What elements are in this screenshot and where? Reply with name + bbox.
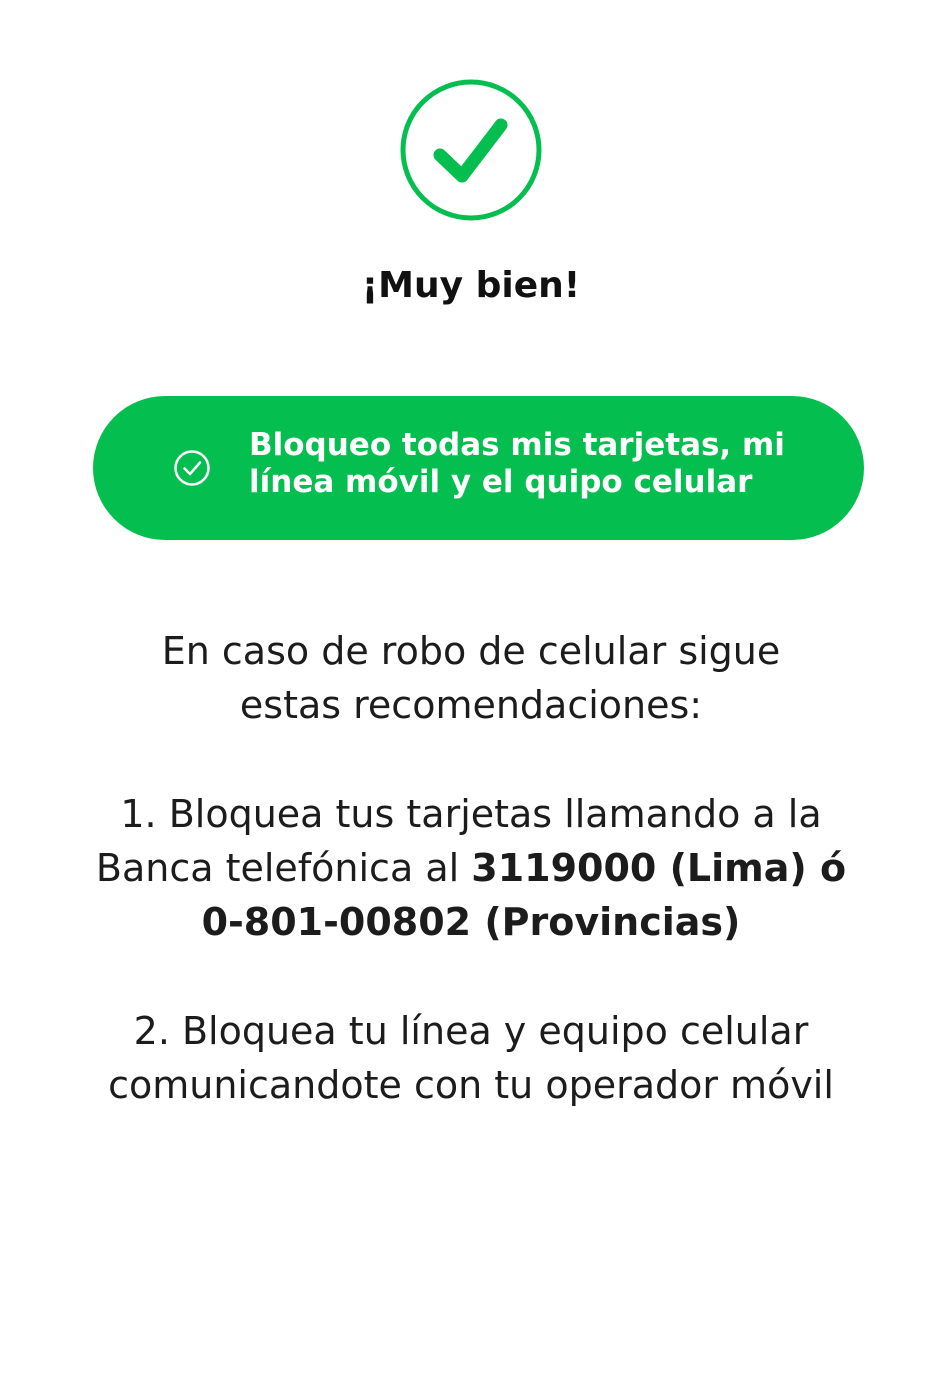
step1-line-2: Banca telefónica al 3119000 (Lima) ó — [60, 841, 882, 895]
recommendation-step-1: 1. Bloquea tus tarjetas llamando a la Ba… — [60, 787, 882, 949]
page-title: ¡Muy bien! — [361, 265, 581, 306]
provinces-phone-number: 0-801-00802 (Provincias) — [201, 900, 741, 944]
step1-line-2-text: Banca telefónica al — [95, 846, 472, 890]
check-circle-icon — [400, 79, 542, 221]
block-all-button-label-line1: Bloqueo todas mis tarjetas, mi — [249, 427, 785, 463]
step2-line-2: comunicandote con tu operador móvil — [108, 1063, 834, 1107]
block-all-button-label: Bloqueo todas mis tarjetas, mi línea móv… — [249, 427, 829, 501]
intro-line-2: estas recomendaciones: — [239, 683, 703, 727]
block-all-button[interactable]: Bloqueo todas mis tarjetas, mi línea móv… — [93, 396, 864, 540]
recommendations-intro: En caso de robo de celular sigue estas r… — [60, 624, 882, 732]
block-all-button-label-line2: línea móvil y el quipo celular — [249, 464, 753, 500]
intro-line-1: En caso de robo de celular sigue — [161, 629, 781, 673]
lima-phone-number: 3119000 (Lima) ó — [471, 846, 847, 890]
check-circle-outline-icon — [173, 449, 211, 487]
step2-line-1: 2. Bloquea tu línea y equipo celular — [133, 1009, 809, 1053]
step1-line-1: 1. Bloquea tus tarjetas llamando a la — [120, 792, 822, 836]
recommendation-step-2: 2. Bloquea tu línea y equipo celular com… — [60, 1004, 882, 1112]
